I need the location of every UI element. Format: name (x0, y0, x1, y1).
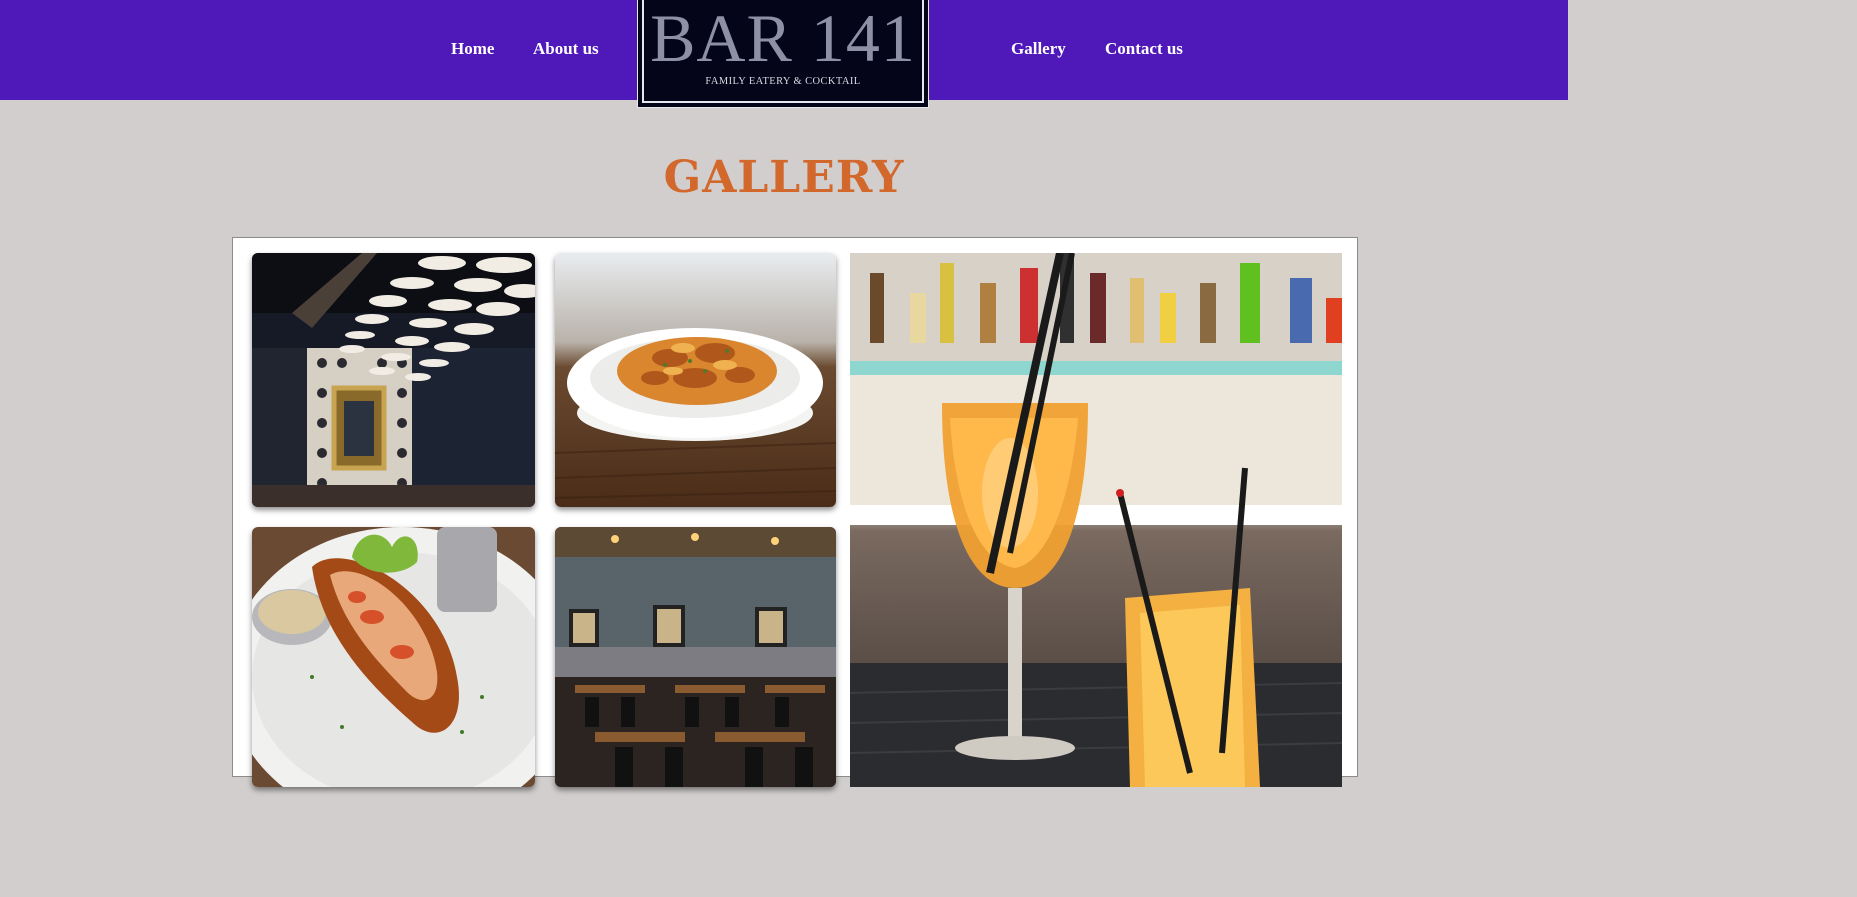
dining-room-image (252, 253, 535, 507)
gallery-photo-dining-room[interactable] (252, 253, 535, 507)
gallery-photo-lobster-roll[interactable] (252, 527, 535, 787)
logo-title: BAR 141 (650, 0, 916, 76)
gallery-grid (232, 237, 1358, 787)
site-logo[interactable]: BAR 141 FAMILY EATERY & COCKTAIL (637, 0, 929, 108)
pasta-image (555, 253, 836, 507)
dining-tables-image (555, 527, 836, 787)
gallery-photo-pasta[interactable] (555, 253, 836, 507)
nav-contact-link[interactable]: Contact us (1105, 38, 1183, 60)
logo-subtitle: FAMILY EATERY & COCKTAIL (705, 76, 861, 87)
nav-about-link[interactable]: About us (533, 38, 599, 60)
nav-gallery-link[interactable]: Gallery (1011, 38, 1066, 60)
gallery-photo-cocktails[interactable] (850, 253, 1342, 787)
gallery-photo-dining-tables[interactable] (555, 527, 836, 787)
cocktails-image (850, 253, 1342, 787)
nav-home-link[interactable]: Home (451, 38, 494, 60)
page-title: GALLERY (663, 152, 905, 203)
lobster-roll-image (252, 527, 535, 787)
